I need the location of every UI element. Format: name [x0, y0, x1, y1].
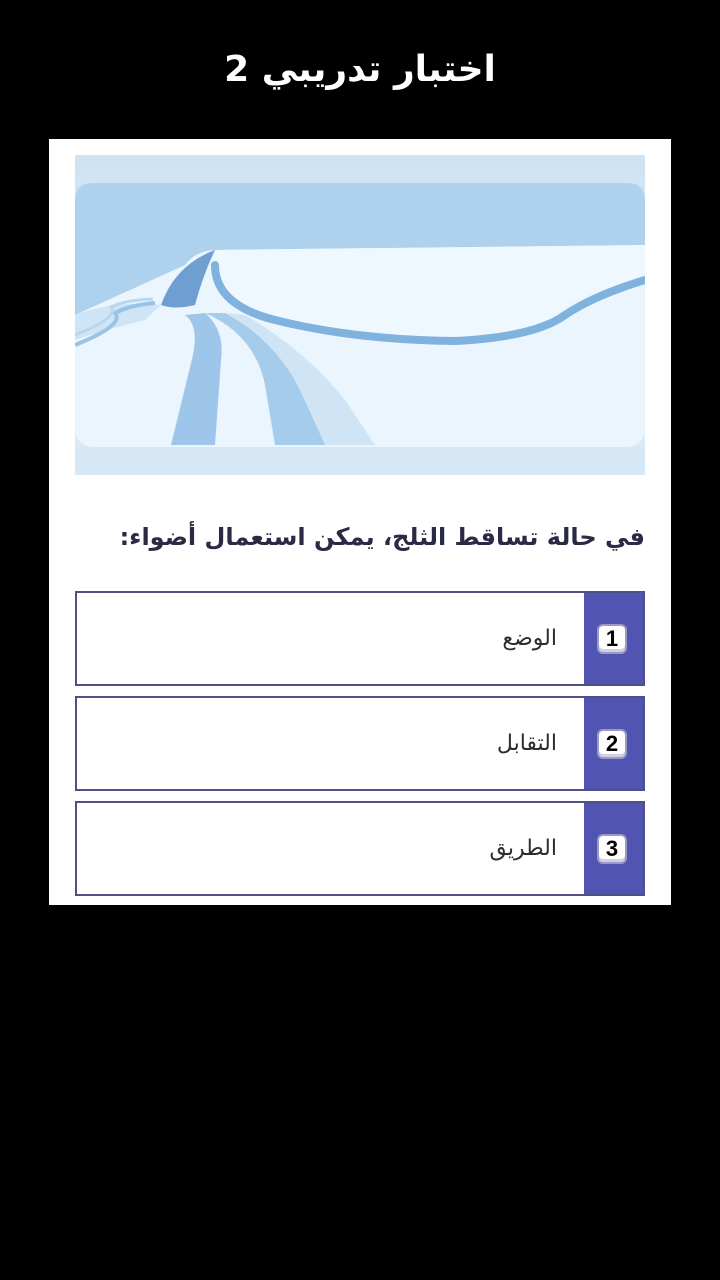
- option-number-cell: 3: [584, 803, 643, 894]
- question-card: في حالة تساقط الثلج، يمكن استعمال أضواء:…: [49, 139, 671, 905]
- question-text: في حالة تساقط الثلج، يمكن استعمال أضواء:: [119, 523, 645, 551]
- answer-option-3[interactable]: 3 الطريق: [75, 801, 645, 896]
- option-number-key: 2: [597, 729, 627, 759]
- option-number-cell: 2: [584, 698, 643, 789]
- quiz-title: اختبار تدريبي 2: [224, 49, 496, 90]
- option-label: التقابل: [496, 731, 557, 756]
- option-number-key: 1: [597, 624, 627, 654]
- quiz-screen: اختبار تدريبي 2 في حالة تساقط الثلج، يمك…: [0, 0, 720, 1280]
- answer-options: 1 الوضع 2 التقابل 3 الطريق: [75, 591, 645, 906]
- answer-option-2[interactable]: 2 التقابل: [75, 696, 645, 791]
- snowy-road-illustration: [75, 155, 645, 475]
- answer-option-1[interactable]: 1 الوضع: [75, 591, 645, 686]
- option-label: الوضع: [502, 626, 557, 651]
- option-label: الطريق: [489, 836, 557, 861]
- option-number-key: 3: [597, 834, 627, 864]
- option-number-cell: 1: [584, 593, 643, 684]
